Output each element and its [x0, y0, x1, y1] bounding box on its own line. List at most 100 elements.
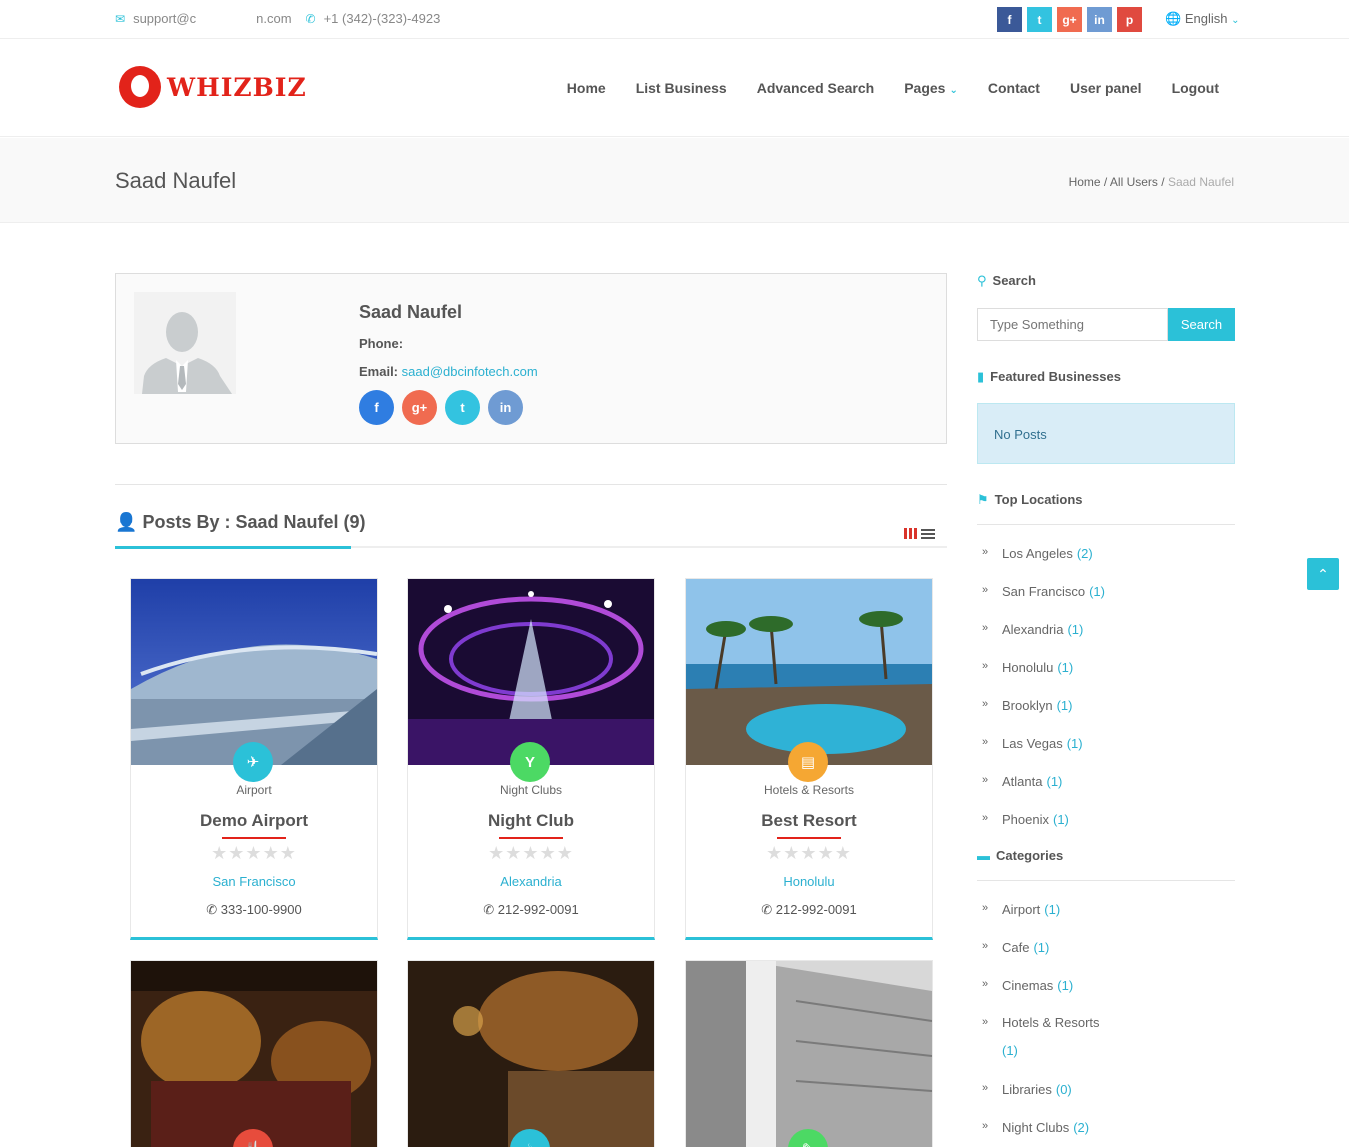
twitter-icon[interactable]: t [1027, 7, 1052, 32]
card-title[interactable]: Demo Airport [131, 811, 377, 831]
search-button[interactable]: Search [1168, 308, 1235, 341]
listing-card[interactable]: ✈ Airport Demo Airport ★★★★★ San Francis… [130, 578, 378, 940]
listing-image [408, 961, 654, 1147]
list-item[interactable]: » Hotels & Resorts (1) [982, 1015, 1235, 1082]
facebook-icon[interactable]: f [359, 390, 394, 425]
profile-name: Saad Naufel [359, 302, 463, 322]
profile-socials: f g+ t in [359, 390, 523, 425]
double-chevron-right-icon: » [982, 622, 989, 634]
breadcrumb-current: Saad Naufel [1167, 175, 1234, 189]
redacted-mask [196, 12, 257, 27]
bookmark-icon: ▮ [977, 369, 985, 384]
list-item[interactable]: » Las Vegas (1) [982, 736, 1235, 774]
double-chevron-right-icon: » [982, 660, 989, 672]
contact-info: ✉ support@c n.com ✆ +1 (342)-(323)-4923 [115, 11, 440, 27]
listing-card[interactable]: ☕ [407, 960, 655, 1147]
double-chevron-right-icon: » [982, 902, 989, 914]
main-header: WHIZBIZ Home List Business Advanced Sear… [0, 40, 1349, 137]
list-item[interactable]: » Los Angeles (2) [982, 546, 1235, 584]
listing-card[interactable]: ▤ Hotels & Resorts Best Resort ★★★★★ Hon… [685, 578, 933, 940]
linkedin-icon[interactable]: in [1087, 7, 1112, 32]
list-item[interactable]: » San Francisco (1) [982, 584, 1235, 622]
top-socials: f t g+ in p [997, 7, 1142, 32]
list-item[interactable]: » Libraries (0) [982, 1082, 1235, 1120]
envelope-icon: ✉ [115, 12, 126, 26]
twitter-icon[interactable]: t [445, 390, 480, 425]
breadcrumb-all-users[interactable]: All Users [1110, 175, 1158, 189]
google-plus-icon[interactable]: g+ [1057, 7, 1082, 32]
card-category: Hotels & Resorts [763, 783, 855, 797]
nav-home[interactable]: Home [567, 80, 606, 96]
nav-advanced-search[interactable]: Advanced Search [757, 80, 875, 96]
folder-icon: ▬ [977, 848, 990, 863]
facebook-icon[interactable]: f [997, 7, 1022, 32]
list-item[interactable]: » Night Clubs (2) [982, 1120, 1235, 1147]
listing-image [131, 961, 377, 1147]
pinterest-icon[interactable]: p [1117, 7, 1142, 32]
profile-card: Saad Naufel Phone: Email: saad@dbcinfote… [115, 273, 947, 444]
list-item[interactable]: » Honolulu (1) [982, 660, 1235, 698]
categories-list: » Airport (1) » Cafe (1) » Cinemas (1) » Hotels… [982, 902, 1235, 1147]
double-chevron-right-icon: » [982, 736, 989, 748]
plane-icon: ✈ [233, 742, 273, 782]
google-plus-icon[interactable]: g+ [402, 390, 437, 425]
email-link[interactable]: saad@dbcinfotech.com [402, 364, 538, 379]
listing-card[interactable]: Y Night Clubs Night Club ★★★★★ Alexandri… [407, 578, 655, 940]
listing-card[interactable]: 🍴 [130, 960, 378, 1147]
listing-image [408, 579, 654, 765]
logo-mark [119, 66, 161, 108]
email-contact[interactable]: ✉ support@c n.com [115, 11, 292, 27]
list-view-icon[interactable] [921, 528, 935, 539]
list-item[interactable]: » Cafe (1) [982, 940, 1235, 978]
double-chevron-right-icon: » [982, 546, 989, 558]
nav-contact[interactable]: Contact [988, 80, 1040, 96]
double-chevron-right-icon: » [982, 698, 989, 710]
card-phone: ✆ 333-100-9900 [206, 902, 302, 917]
card-location[interactable]: San Francisco [131, 874, 377, 889]
listing-card[interactable]: ✎ [685, 960, 933, 1147]
language-selector[interactable]: 🌐 English ⌄ [1165, 11, 1239, 27]
nav-logout[interactable]: Logout [1172, 80, 1219, 96]
nav-user-panel[interactable]: User panel [1070, 80, 1142, 96]
card-phone: ✆ 212-992-0091 [761, 902, 857, 917]
card-location[interactable]: Honolulu [686, 874, 932, 889]
posts-heading: 👤 Posts By : Saad Naufel (9) [115, 512, 366, 532]
list-item[interactable]: » Airport (1) [982, 902, 1235, 940]
search-input[interactable] [977, 308, 1168, 341]
double-chevron-right-icon: » [982, 1016, 989, 1028]
list-item[interactable]: » Phoenix (1) [982, 812, 1235, 850]
building-icon: ▤ [788, 742, 828, 782]
nav-list-business[interactable]: List Business [636, 80, 727, 96]
rating-stars: ★★★★★ [211, 843, 297, 863]
search-icon: ⚲ [977, 273, 987, 288]
logo-text: WHIZBIZ [167, 72, 307, 102]
double-chevron-right-icon: » [982, 774, 989, 786]
view-toggle [904, 528, 935, 539]
nav-pages[interactable]: Pages ⌄ [904, 80, 958, 96]
divider [115, 484, 947, 485]
card-location[interactable]: Alexandria [408, 874, 654, 889]
scroll-to-top-button[interactable]: ⌃ [1307, 558, 1339, 590]
featured-title: ▮ Featured Businesses [977, 369, 1121, 384]
top-bar: ✉ support@c n.com ✆ +1 (342)-(323)-4923 f t… [0, 0, 1349, 39]
locations-list: » Los Angeles (2) » San Francisco (1) » Alexa… [982, 546, 1235, 850]
logo[interactable]: WHIZBIZ [119, 66, 307, 108]
list-item[interactable]: » Atlanta (1) [982, 774, 1235, 812]
profile-phone: Phone: [359, 336, 404, 351]
linkedin-icon[interactable]: in [488, 390, 523, 425]
card-title[interactable]: Night Club [408, 811, 654, 831]
grid-view-icon[interactable] [904, 528, 918, 539]
breadcrumb-home[interactable]: Home [1069, 175, 1101, 189]
double-chevron-right-icon: » [982, 1120, 989, 1132]
main-nav: Home List Business Advanced Search Pages… [567, 80, 1219, 96]
list-item[interactable]: » Brooklyn (1) [982, 698, 1235, 736]
list-item[interactable]: » Alexandria (1) [982, 622, 1235, 660]
listing-image [686, 579, 932, 765]
search-widget-title: ⚲ Search [977, 273, 1036, 288]
breadcrumb: Home / All Users / Saad Naufel [1068, 175, 1234, 189]
phone-icon: ✆ [305, 12, 316, 27]
card-title[interactable]: Best Resort [686, 811, 932, 831]
categories-title: ▬ Categories [977, 848, 1064, 863]
page-title-band: Saad Naufel Home / All Users / Saad Nauf… [0, 138, 1349, 223]
chevron-down-icon: ⌄ [949, 85, 958, 96]
